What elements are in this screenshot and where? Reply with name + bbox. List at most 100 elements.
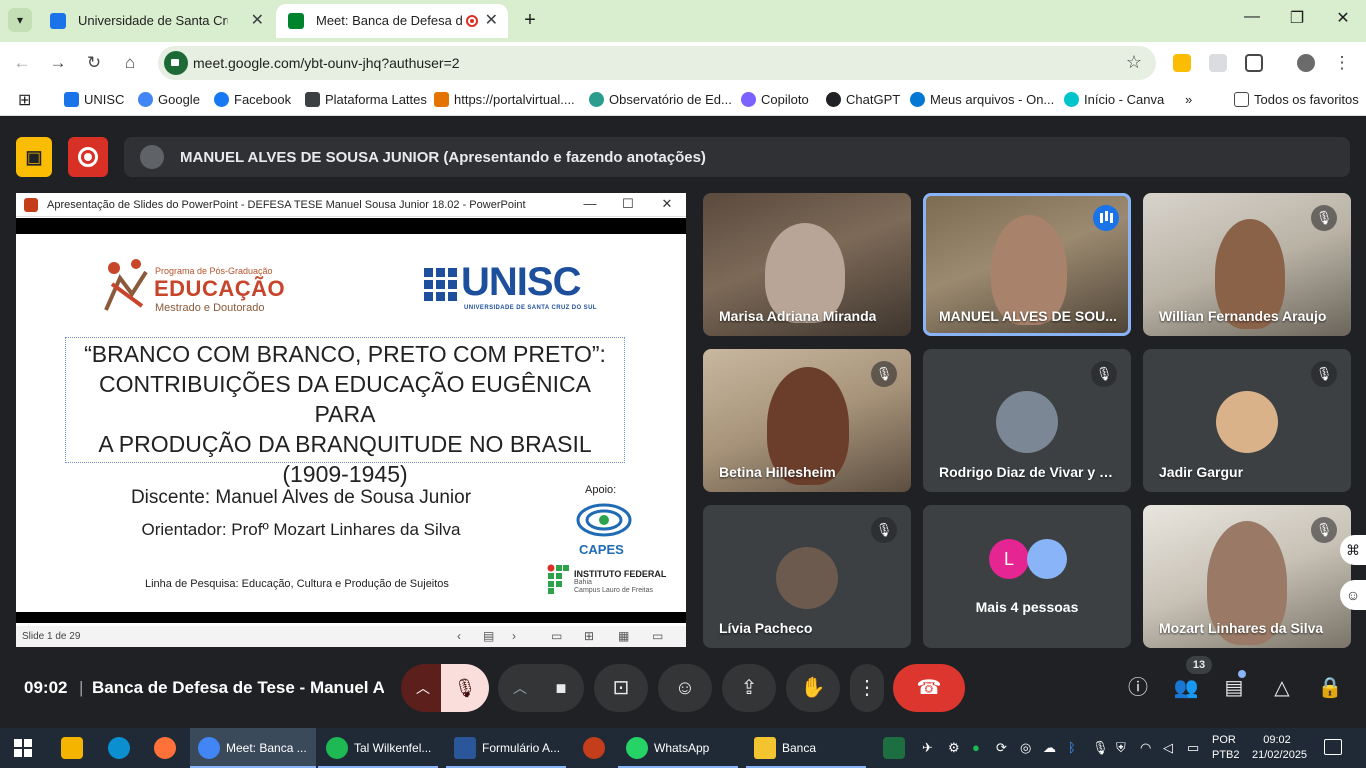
captions-button[interactable]: ⊡	[594, 664, 648, 712]
presentation-off-button[interactable]: ▣	[16, 137, 52, 177]
participant-tile[interactable]: 🎙 Rodrigo Diaz de Vivar y S...	[923, 349, 1131, 492]
restore-icon[interactable]: ❐	[1285, 8, 1309, 28]
bookmark-google[interactable]: Google	[138, 92, 200, 107]
participant-tile[interactable]: Marisa Adriana Miranda	[703, 193, 911, 336]
tray-security-icon[interactable]: ⛨	[1116, 740, 1126, 756]
side-apps-icon[interactable]: ⌘	[1340, 535, 1366, 565]
all-bookmarks[interactable]: Todos os favoritos	[1234, 92, 1359, 107]
bookmark-observatorio[interactable]: Observatório de Ed...	[589, 92, 732, 107]
system-clock[interactable]: 09:02 21/02/2025	[1252, 733, 1307, 763]
more-bookmarks-icon[interactable]: »	[1185, 92, 1192, 107]
people-icon[interactable]: 👥	[1172, 674, 1200, 702]
tray-wifi-icon[interactable]: ◠	[1140, 740, 1151, 756]
forward-icon[interactable]: →	[47, 52, 69, 74]
excel-icon[interactable]	[883, 737, 905, 759]
taskbar-app-meet[interactable]: Meet: Banca ...	[190, 728, 316, 768]
taskbar-app-whatsapp[interactable]: WhatsApp	[618, 728, 738, 768]
firefox-icon[interactable]	[154, 737, 176, 759]
extensions-icon[interactable]	[1245, 54, 1263, 72]
ppt-maximize-icon[interactable]: ☐	[618, 196, 638, 212]
taskbar-app-spotify[interactable]: Tal Wilkenfel...	[318, 728, 438, 768]
ppt-close-icon[interactable]: ✕	[657, 196, 677, 212]
side-assistant-icon[interactable]: ☺	[1340, 580, 1366, 610]
participant-tile[interactable]: 🎙 Willian Fernandes Araujo	[1143, 193, 1351, 336]
video-settings-button[interactable]: ︿	[498, 664, 542, 712]
bookmark-facebook[interactable]: Facebook	[214, 92, 291, 107]
apps-grid-icon[interactable]: ⊞	[18, 90, 31, 110]
tray-sync-icon[interactable]: ⟳	[996, 740, 1007, 756]
notification-center-icon[interactable]	[1324, 739, 1342, 755]
participant-tile[interactable]: MANUEL ALVES DE SOU...	[923, 193, 1131, 336]
next-slide-icon[interactable]: ›	[512, 629, 516, 643]
bookmark-canva[interactable]: Início - Canva	[1064, 92, 1164, 107]
tab-meet[interactable]: Meet: Banca de Defesa de Tese ✕	[276, 4, 508, 38]
more-options-button[interactable]: ⋮	[850, 664, 884, 712]
tray-app-icon[interactable]: ⚙	[948, 740, 960, 756]
sorter-view-icon[interactable]: ⊞	[584, 629, 594, 643]
tray-volume-icon[interactable]: ◁	[1163, 740, 1173, 756]
bookmark-portal[interactable]: https://portalvirtual....	[434, 92, 575, 107]
camera-toggle-button[interactable]: ■	[538, 664, 584, 712]
tray-plane-icon[interactable]: ✈	[922, 740, 933, 756]
ppt-minimize-icon[interactable]: —	[580, 196, 600, 211]
back-icon[interactable]: ←	[11, 52, 33, 74]
menu-kebab-icon[interactable]: ⋮	[1331, 52, 1353, 74]
tab-search-button[interactable]: ▾	[8, 8, 32, 32]
extension-puzzle-grey-icon[interactable]	[1209, 54, 1227, 72]
tray-network-globe-icon[interactable]: ◎	[1020, 740, 1031, 756]
audio-settings-button[interactable]: ︿	[401, 664, 445, 712]
reading-view-icon[interactable]: ▦	[618, 629, 629, 643]
tray-spotify-icon[interactable]: ●	[972, 740, 980, 755]
profile-avatar[interactable]	[1297, 54, 1315, 72]
windows-start-icon[interactable]	[14, 739, 32, 757]
tab-unisc[interactable]: Universidade de Santa Cruz do Sul ✕	[38, 4, 274, 38]
microphone-toggle-button[interactable]: 🎙	[441, 664, 489, 712]
edge-icon[interactable]	[108, 737, 130, 759]
reactions-button[interactable]: ☺	[658, 664, 712, 712]
raise-hand-button[interactable]: ✋	[786, 664, 840, 712]
participant-tile[interactable]: 🎙 Mozart Linhares da Silva	[1143, 505, 1351, 648]
tray-cloud-icon[interactable]: ☁	[1043, 740, 1056, 756]
slideshow-view-icon[interactable]: ▭	[652, 629, 663, 643]
present-screen-button[interactable]: ⇪	[722, 664, 776, 712]
bookmark-onedrive[interactable]: Meus arquivos - On...	[910, 92, 1054, 107]
bookmark-unisc[interactable]: UNISC	[64, 92, 124, 107]
url-text[interactable]: meet.google.com/ybt-ounv-jhq?authuser=2	[193, 55, 460, 71]
tray-mic-icon[interactable]: 🎙	[1092, 740, 1109, 756]
extension-yellow-icon[interactable]	[1173, 54, 1191, 72]
input-language[interactable]: POR PTB2	[1212, 733, 1240, 763]
prev-slide-icon[interactable]: ‹	[457, 629, 461, 643]
close-tab-icon[interactable]: ✕	[251, 4, 264, 38]
bookmark-star-icon[interactable]: ☆	[1126, 52, 1142, 73]
bookmark-lattes[interactable]: Plataforma Lattes	[305, 92, 427, 107]
close-window-icon[interactable]: ✕	[1331, 8, 1355, 28]
chat-icon[interactable]: ▤	[1220, 674, 1248, 702]
taskbar-app-word[interactable]: Formulário A...	[446, 728, 566, 768]
recording-button[interactable]	[68, 137, 108, 177]
tray-display-icon[interactable]: ▭	[1187, 740, 1199, 756]
close-tab-icon[interactable]: ✕	[485, 4, 498, 38]
shared-presentation[interactable]: Apresentação de Slides do PowerPoint - D…	[16, 193, 686, 647]
activities-icon[interactable]: △	[1268, 674, 1296, 702]
participant-tile[interactable]: 🎙 Lívia Pacheco	[703, 505, 911, 648]
host-controls-icon[interactable]: 🔒	[1316, 674, 1344, 702]
new-tab-button[interactable]: +	[518, 8, 542, 32]
participant-tile[interactable]: 🎙 Jadir Gargur	[1143, 349, 1351, 492]
store-icon[interactable]	[61, 737, 83, 759]
powerpoint-taskbar-icon[interactable]	[583, 737, 605, 759]
slide-menu-icon[interactable]: ▤	[483, 629, 494, 643]
taskbar-app-folder[interactable]: Banca	[746, 728, 866, 768]
minimize-icon[interactable]: —	[1240, 8, 1264, 26]
address-bar[interactable]: meet.google.com/ybt-ounv-jhq?authuser=2 …	[158, 46, 1156, 80]
more-participants-tile[interactable]: L Mais 4 pessoas	[923, 505, 1131, 648]
home-icon[interactable]: ⌂	[119, 52, 141, 74]
bookmark-chatgpt[interactable]: ChatGPT	[826, 92, 900, 107]
participant-tile[interactable]: 🎙 Betina Hillesheim	[703, 349, 911, 492]
bookmark-copiloto[interactable]: Copiloto	[741, 92, 809, 107]
tray-bluetooth-icon[interactable]: ᛒ	[1068, 740, 1076, 755]
normal-view-icon[interactable]: ▭	[551, 629, 562, 643]
meeting-info-icon[interactable]: ⓘ	[1124, 674, 1152, 702]
site-info-icon[interactable]	[164, 51, 188, 75]
reload-icon[interactable]: ↻	[83, 52, 105, 74]
leave-call-button[interactable]: ☎	[893, 664, 965, 712]
